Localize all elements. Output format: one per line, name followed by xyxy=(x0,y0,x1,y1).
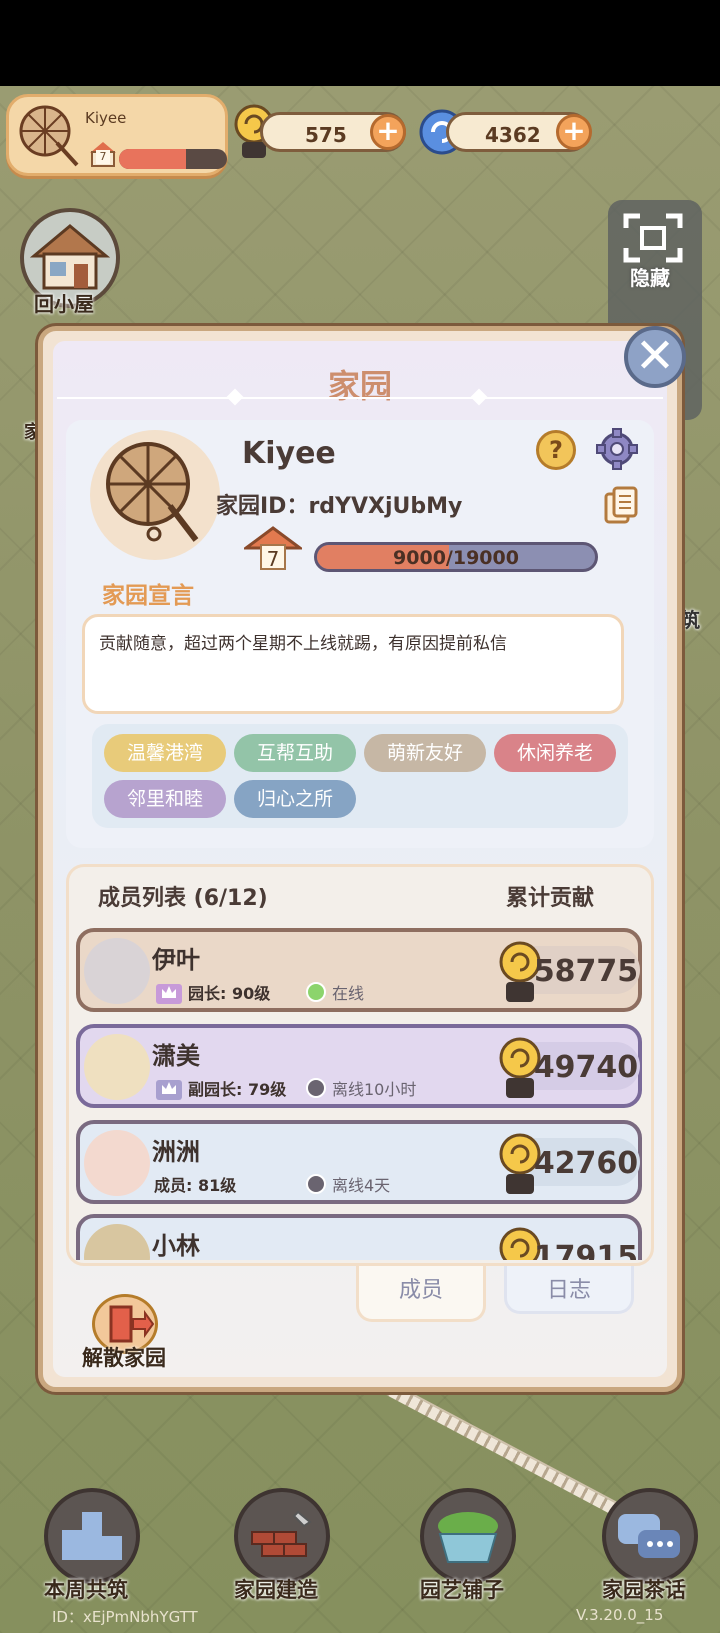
contribution-value: 58775 xyxy=(533,954,639,989)
member-role: 成员: 81级 xyxy=(154,1176,237,1195)
homeland-build-label: 家园建造 xyxy=(234,1578,318,1602)
close-dialog-button[interactable]: ✕ xyxy=(624,326,686,388)
member-role: 园长: 90级 xyxy=(188,984,271,1003)
podium-icon xyxy=(62,1512,122,1560)
exp-text: 9000/19000 xyxy=(393,547,519,569)
fullscreen-icon[interactable] xyxy=(622,212,684,264)
player-card[interactable]: Kiyee 7 xyxy=(6,94,228,176)
homeland-build-button[interactable] xyxy=(234,1488,330,1584)
homeland-level: 7 xyxy=(260,544,286,571)
crown-icon xyxy=(156,984,182,1004)
title-divider xyxy=(57,397,663,399)
member-status: 离线10小时 xyxy=(332,1080,417,1099)
version-label: V.3.20.0_15 xyxy=(576,1606,664,1624)
member-name: 小林 xyxy=(152,1232,200,1260)
weekly-build-label: 本周共筑 xyxy=(44,1578,128,1602)
avatar xyxy=(84,1130,150,1196)
contribution-header: 累计贡献 xyxy=(506,886,595,911)
player-level-badge: 7 xyxy=(89,141,117,167)
hide-label[interactable]: 隐藏 xyxy=(630,262,670,291)
manifesto-label: 家园宣言 xyxy=(102,583,194,609)
offline-status-icon xyxy=(306,1174,326,1194)
parasol-avatar-icon xyxy=(19,105,79,167)
member-list-header: 成员列表 (6/12) xyxy=(98,886,268,911)
contribution-value: 17915 xyxy=(533,1240,639,1260)
avatar xyxy=(84,1034,150,1100)
dissolve-homeland-label[interactable]: 解散家园 xyxy=(82,1342,166,1372)
garden-shop-label: 园艺铺子 xyxy=(420,1578,504,1602)
player-xp-bar xyxy=(119,149,227,169)
tag-chip: 互帮互助 xyxy=(234,734,356,772)
tag-chip: 温馨港湾 xyxy=(104,734,226,772)
homeland-id-value: rdYVXjUbMy xyxy=(308,494,463,519)
tab-members[interactable]: 成员 xyxy=(356,1266,486,1322)
add-snail-coins-button[interactable]: + xyxy=(370,114,406,150)
parasol-emblem-icon xyxy=(106,442,199,542)
homeland-name: Kiyee xyxy=(242,436,336,471)
member-row-clip: 小林 17915 xyxy=(76,1214,642,1260)
member-row[interactable]: 小林 17915 xyxy=(76,1214,642,1260)
tab-log[interactable]: 日志 xyxy=(504,1266,634,1314)
help-button[interactable]: ? xyxy=(536,430,576,470)
member-name: 伊叶 xyxy=(152,946,200,974)
contribution-value: 42760 xyxy=(533,1146,639,1181)
homeland-chat-label: 家园茶话 xyxy=(602,1578,686,1602)
homeland-id-label: 家园ID： xyxy=(216,494,309,519)
homeland-id-row: 家园ID：rdYVXjUbMy xyxy=(216,488,462,520)
homeland-exp-bar: 9000/19000 xyxy=(314,542,598,572)
member-name: 洲洲 xyxy=(152,1138,200,1166)
avatar xyxy=(84,938,150,1004)
contribution-value: 49740 xyxy=(533,1050,639,1085)
homeland-avatar xyxy=(90,430,220,560)
copy-icon[interactable] xyxy=(604,486,638,524)
gem-value: 4362 xyxy=(485,123,541,147)
status-bar xyxy=(0,0,720,86)
manifesto-text: 贡献随意，超过两个星期不上线就踢，有原因提前私信 xyxy=(82,614,624,714)
weekly-build-button[interactable] xyxy=(44,1488,140,1584)
member-row[interactable]: 洲洲 成员: 81级 离线4天 42760 xyxy=(76,1120,642,1204)
garden-shop-button[interactable] xyxy=(420,1488,516,1584)
online-status-icon xyxy=(306,982,326,1002)
tag-chip: 邻里和睦 xyxy=(104,780,226,818)
gear-icon[interactable] xyxy=(596,428,638,470)
chat-bubbles-icon xyxy=(618,1514,680,1558)
plant-pot-icon xyxy=(438,1512,498,1563)
back-home-label: 回小屋 xyxy=(34,292,94,316)
add-gems-button[interactable]: + xyxy=(556,114,592,150)
member-role: 副园长: 79级 xyxy=(188,1080,287,1099)
player-level: 7 xyxy=(96,150,110,164)
player-name: Kiyee xyxy=(85,109,127,127)
tag-chip: 归心之所 xyxy=(234,780,356,818)
homeland-level-badge: 7 xyxy=(241,526,305,574)
snail-coin-value: 575 xyxy=(305,123,347,147)
homeland-chat-button[interactable] xyxy=(602,1488,698,1584)
offline-status-icon xyxy=(306,1078,326,1098)
crown-icon xyxy=(156,1080,182,1100)
member-status: 在线 xyxy=(332,984,365,1003)
member-row[interactable]: 潇美 副园长: 79级 离线10小时 49740 xyxy=(76,1024,642,1108)
side-partial-label-right: 筑 xyxy=(680,608,700,632)
dialog-title: 家园 xyxy=(327,367,392,405)
member-row[interactable]: 伊叶 园长: 90级 在线 58775 xyxy=(76,928,642,1012)
member-status: 离线4天 xyxy=(332,1176,391,1195)
tag-chip: 萌新友好 xyxy=(364,734,486,772)
bricks-icon xyxy=(251,1510,312,1557)
member-name: 潇美 xyxy=(152,1042,200,1070)
tag-chip: 休闲养老 xyxy=(494,734,616,772)
avatar xyxy=(84,1224,150,1260)
player-id: ID：xEjPmNbhYGTT xyxy=(52,1608,198,1626)
